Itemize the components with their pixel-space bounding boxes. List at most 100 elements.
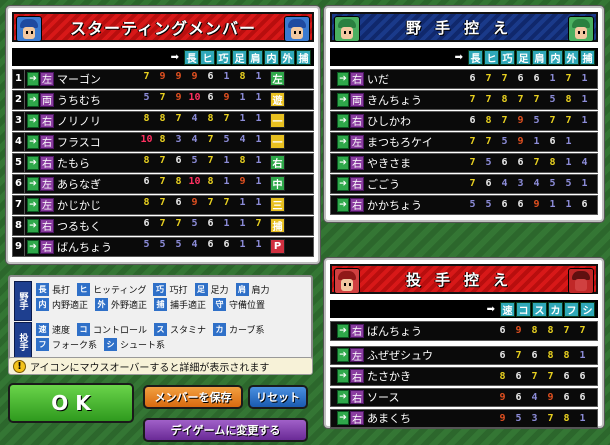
stat-value: 6 (563, 370, 570, 382)
player-stats: 55546611P (139, 239, 285, 255)
position-badge[interactable]: 中 (270, 176, 285, 192)
drag-arrow-icon[interactable]: ➔ (27, 176, 39, 191)
row-spacer (331, 70, 335, 88)
legend-key: 肩 (235, 283, 249, 296)
player-row[interactable]: ➔ 右ソース 9 6 4 9 6 6 (330, 387, 598, 407)
stat-value: 6 (517, 199, 524, 211)
drag-arrow-icon[interactable]: ➔ (337, 134, 349, 149)
bench-pitchers-panel: 投手控え ➡ 速コスカフシ ➔ 右ばんちょう 6 9 8 8 7 7 ➔ 左ふぜぜシュウ 6 7 6 8 8… (324, 258, 604, 428)
player-row[interactable]: 2 ➔ 両うちむち 5 7 9 10 6 9 1 1 遊 (12, 90, 314, 110)
drag-arrow-icon[interactable]: ➔ (337, 197, 349, 212)
row-spacer (331, 368, 335, 386)
drag-arrow-icon[interactable]: ➔ (337, 92, 349, 107)
stat-value: 1 (581, 115, 588, 127)
reset-button[interactable]: リセット (248, 385, 308, 409)
player-row[interactable]: ➔ 右あまくち 9 5 3 7 8 1 (330, 408, 598, 428)
starting-panel: スターティングメンバー ➡ 長ヒ巧足肩内外捕 1 ➔ 左マーゴン 7 9 9 9 6 1 8 1 左 2… (6, 6, 320, 264)
stat-value: 6 (499, 349, 506, 361)
drag-arrow-icon[interactable]: ➔ (337, 348, 349, 363)
drag-arrow-icon[interactable]: ➔ (337, 369, 349, 384)
player-row[interactable]: ➔ 右ひしかわ 6 8 7 9 5 7 7 1 (330, 111, 598, 131)
player-row[interactable]: 8 ➔ 右つるもく 6 7 7 5 6 1 1 7 捕 (12, 216, 314, 236)
player-row[interactable]: ➔ 左まつもろケイ 7 7 5 9 1 6 1 (330, 132, 598, 152)
legend-desc: 速度 (52, 326, 71, 336)
player-row[interactable]: ➔ 右たさかき 8 6 7 7 6 6 (330, 366, 598, 386)
player-row[interactable]: 6 ➔ 左あらなぎ 6 7 8 10 8 1 9 1 中 (12, 174, 314, 194)
position-badge[interactable]: P (270, 239, 285, 255)
drag-arrow-icon[interactable]: ➔ (337, 155, 349, 170)
position-badge[interactable]: 遊 (270, 92, 285, 108)
bench-pitchers-header: 投手控え (330, 264, 598, 294)
player-row[interactable]: 3 ➔ 右ノリノリ 8 8 7 4 8 7 1 1 一 (12, 111, 314, 131)
player-name: ごごう (367, 177, 400, 191)
position-badge[interactable]: 一 (270, 134, 285, 150)
position-badge[interactable]: 右 (270, 155, 285, 171)
player-row[interactable]: ➔ 右ごごう 7 6 4 3 4 5 5 1 (330, 174, 598, 194)
player-row[interactable]: 5 ➔ 右たもら 8 7 6 5 7 1 8 1 右 (12, 153, 314, 173)
legend-desc: シュート系 (120, 341, 166, 351)
position-badge[interactable]: 左 (270, 71, 285, 87)
drag-arrow-icon[interactable]: ➔ (27, 239, 39, 254)
drag-arrow-icon[interactable]: ➔ (27, 113, 39, 128)
player-row[interactable]: 7 ➔ 左かじかじ 8 7 6 9 7 7 1 1 三 (12, 195, 314, 215)
stat-value: 5 (565, 178, 572, 190)
stat-value: 7 (579, 325, 586, 337)
batting-order-number: 7 (13, 196, 25, 214)
stat-value: 9 (191, 197, 198, 209)
player-stats: 698877 (495, 325, 590, 336)
drag-arrow-icon[interactable]: ➔ (337, 390, 349, 405)
legend-desc: 足力 (210, 286, 229, 296)
stat-value: 9 (223, 92, 230, 104)
drag-arrow-icon[interactable]: ➔ (27, 197, 39, 212)
player-row[interactable]: ➔ 右ばんちょう 6 9 8 8 7 7 (330, 321, 598, 341)
stat-value: 5 (549, 178, 556, 190)
player-row[interactable]: ➔ 右いだ 6 7 7 6 6 1 7 1 (330, 69, 598, 89)
drag-arrow-icon[interactable]: ➔ (337, 113, 349, 128)
player-row[interactable]: 4 ➔ 右フラスコ 10 8 3 4 7 5 4 1 一 (12, 132, 314, 152)
drag-arrow-icon[interactable]: ➔ (27, 134, 39, 149)
stat-value: 5 (533, 115, 540, 127)
stat-value: 8 (565, 94, 572, 106)
bench-fielders-panel: 野手控え ➡ 長ヒ巧足肩内外捕 ➔ 右いだ 6 7 7 6 6 1 7 1 ➔ 両きんちょう 7 7 8 7 7… (324, 6, 604, 222)
stat-value: 8 (207, 176, 214, 188)
stat-value: 7 (533, 157, 540, 169)
drag-arrow-icon[interactable]: ➔ (27, 92, 39, 107)
position-badge[interactable]: 一 (270, 113, 285, 129)
player-row[interactable]: ➔ 右やきさま 7 5 6 6 7 8 1 4 (330, 153, 598, 173)
legend-desc: 長打 (52, 286, 71, 296)
player-avatar-icon (568, 16, 594, 42)
drag-arrow-icon[interactable]: ➔ (337, 71, 349, 86)
ok-button[interactable]: O K (8, 383, 134, 423)
position-badge[interactable]: 捕 (270, 218, 285, 234)
drag-arrow-icon[interactable]: ➔ (27, 155, 39, 170)
position-badge[interactable]: 三 (270, 197, 285, 213)
stat-header-label: 外 (280, 49, 295, 65)
stat-value: 3 (531, 412, 538, 424)
player-row[interactable]: ➔ 両きんちょう 7 7 8 7 7 5 8 1 (330, 90, 598, 110)
batting-hand-badge: 右 (40, 239, 54, 254)
player-name: ばんちょう (57, 240, 112, 254)
stat-value: 7 (563, 325, 570, 337)
drag-arrow-icon[interactable]: ➔ (27, 71, 39, 86)
save-members-button[interactable]: メンバーを保存 (143, 385, 243, 409)
batting-hand-badge: 右 (40, 113, 54, 128)
batting-order-number: 4 (13, 133, 25, 151)
stat-value: 5 (143, 239, 150, 251)
stat-value: 8 (175, 176, 182, 188)
stat-value: 1 (255, 197, 262, 209)
player-row[interactable]: 1 ➔ 左マーゴン 7 9 9 9 6 1 8 1 左 (12, 69, 314, 89)
drag-arrow-icon[interactable]: ➔ (337, 411, 349, 426)
stat-value: 7 (469, 136, 476, 148)
player-row[interactable]: 9 ➔ 右ばんちょう 5 5 5 4 6 6 1 1 P (12, 237, 314, 257)
player-row[interactable]: ➔ 右かかちょう 5 5 6 6 9 1 1 6 (330, 195, 598, 215)
stat-header-label: 肩 (248, 49, 263, 65)
day-game-button[interactable]: デイゲームに変更する (143, 418, 308, 442)
player-name: いだ (367, 72, 389, 86)
player-row[interactable]: ➔ 左ふぜぜシュウ 6 7 6 8 8 1 (330, 345, 598, 365)
drag-arrow-icon[interactable]: ➔ (27, 218, 39, 233)
drag-arrow-icon[interactable]: ➔ (337, 176, 349, 191)
drag-arrow-icon[interactable]: ➔ (337, 323, 349, 338)
player-avatar-icon (334, 268, 360, 294)
bench-fielders-header: 野手控え (330, 12, 598, 42)
stat-value: 5 (191, 155, 198, 167)
